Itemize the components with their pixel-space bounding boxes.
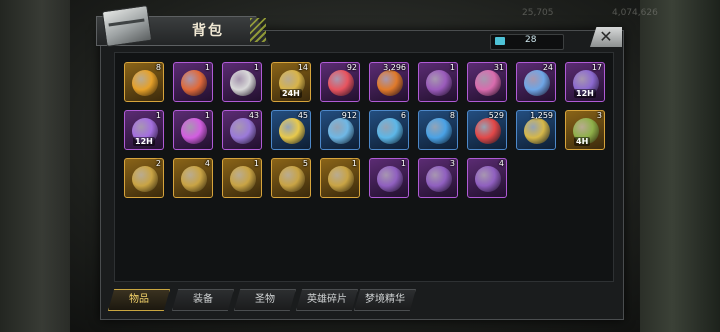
weapon-crate-icon bbox=[230, 166, 256, 192]
weapon-crate-icon bbox=[328, 166, 354, 192]
tab-relics[interactable]: 圣物 bbox=[234, 289, 296, 311]
item-count: 8 bbox=[155, 63, 161, 72]
item-count: 1 bbox=[351, 159, 357, 168]
inventory-slot[interactable]: 3 bbox=[418, 158, 458, 198]
inventory-slot[interactable]: 8 bbox=[418, 110, 458, 150]
film-icon bbox=[475, 70, 501, 96]
background-right-scenery bbox=[640, 0, 720, 332]
bullet-icon bbox=[524, 118, 550, 144]
item-count: 45 bbox=[297, 111, 308, 120]
item-count: 1 bbox=[253, 159, 259, 168]
capacity-value: 28 bbox=[525, 35, 537, 45]
item-count: 8 bbox=[449, 111, 455, 120]
inventory-slot[interactable]: 529 bbox=[467, 110, 507, 150]
item-count: 1 bbox=[253, 63, 259, 72]
inventory-slot[interactable]: 1 bbox=[369, 158, 409, 198]
item-duration-badge: 4H bbox=[574, 137, 591, 146]
item-count: 1 bbox=[204, 63, 210, 72]
weapon-crate-icon bbox=[181, 166, 207, 192]
gem-icon bbox=[181, 118, 207, 144]
inventory-slot[interactable]: 1 bbox=[173, 110, 213, 150]
inventory-slot[interactable]: 8 bbox=[124, 62, 164, 102]
item-count: 3 bbox=[449, 159, 455, 168]
item-count: 43 bbox=[248, 111, 259, 120]
page-title: 背包 bbox=[192, 23, 224, 39]
inventory-slot[interactable]: 1 bbox=[222, 158, 262, 198]
inventory-slot[interactable]: 5 bbox=[271, 158, 311, 198]
inventory-slot[interactable]: 1 bbox=[222, 62, 262, 102]
inventory-slot[interactable]: 6 bbox=[369, 110, 409, 150]
inventory-slot[interactable]: 4 bbox=[173, 158, 213, 198]
item-count: 17 bbox=[591, 63, 602, 72]
item-count: 1 bbox=[155, 111, 161, 120]
inventory-slot[interactable]: 3,296 bbox=[369, 62, 409, 102]
item-count: 1 bbox=[400, 159, 406, 168]
title-stripe-decoration bbox=[250, 18, 266, 42]
capacity-display: 28 bbox=[490, 34, 564, 50]
badge-icon bbox=[230, 118, 256, 144]
item-count: 5 bbox=[302, 159, 308, 168]
coin-icon bbox=[426, 118, 452, 144]
item-count: 6 bbox=[400, 111, 406, 120]
item-count: 1 bbox=[449, 63, 455, 72]
inventory-slot[interactable]: 14 24H bbox=[271, 62, 311, 102]
medal-icon bbox=[230, 70, 256, 96]
inventory-slot[interactable]: 1 bbox=[418, 62, 458, 102]
background-resource-2: 4,074,626 bbox=[612, 8, 658, 18]
box-icon bbox=[426, 70, 452, 96]
item-count: 1 bbox=[204, 111, 210, 120]
inventory-slot[interactable]: 1 bbox=[320, 158, 360, 198]
item-count: 14 bbox=[297, 63, 308, 72]
item-duration-badge: 12H bbox=[574, 89, 596, 98]
tab-dream-essence[interactable]: 梦境精华 bbox=[354, 289, 416, 311]
bottlecap-icon bbox=[328, 70, 354, 96]
inventory-slot[interactable]: 17 12H bbox=[565, 62, 605, 102]
item-count: 1,259 bbox=[530, 111, 553, 120]
weapon-crate-icon bbox=[279, 166, 305, 192]
disc-icon bbox=[524, 70, 550, 96]
tab-equipment[interactable]: 装备 bbox=[172, 289, 234, 311]
inventory-slot[interactable]: 1 12H bbox=[124, 110, 164, 150]
item-count: 529 bbox=[488, 111, 504, 120]
tab-items[interactable]: 物品 bbox=[108, 289, 170, 311]
background-resource-1: 25,705 bbox=[522, 8, 554, 18]
pumpkin-icon bbox=[377, 70, 403, 96]
item-duration-badge: 12H bbox=[133, 137, 155, 146]
orb-icon bbox=[181, 70, 207, 96]
inventory-slot[interactable]: 31 bbox=[467, 62, 507, 102]
chest-icon bbox=[101, 4, 153, 48]
inventory-slot[interactable]: 4 bbox=[467, 158, 507, 198]
weapon-crate-icon bbox=[132, 166, 158, 192]
item-duration-badge: 24H bbox=[280, 89, 302, 98]
item-count: 31 bbox=[493, 63, 504, 72]
weapon-crate-icon bbox=[426, 166, 452, 192]
weapon-crate-icon bbox=[475, 166, 501, 192]
inventory-slot[interactable]: 92 bbox=[320, 62, 360, 102]
ticket-icon bbox=[328, 118, 354, 144]
inventory-slot[interactable]: 45 bbox=[271, 110, 311, 150]
item-count: 912 bbox=[341, 111, 357, 120]
item-count: 92 bbox=[346, 63, 357, 72]
inventory-slot[interactable]: 1 bbox=[173, 62, 213, 102]
weapon-crate-icon bbox=[377, 166, 403, 192]
inventory-slot[interactable]: 3 4H bbox=[565, 110, 605, 150]
item-count: 3,296 bbox=[383, 63, 406, 72]
coin-icon bbox=[377, 118, 403, 144]
inventory-slot[interactable]: 1,259 bbox=[516, 110, 556, 150]
item-count: 24 bbox=[542, 63, 553, 72]
background-left-scenery bbox=[0, 0, 70, 332]
inventory-slot[interactable]: 24 bbox=[516, 62, 556, 102]
inventory-slot[interactable]: 912 bbox=[320, 110, 360, 150]
inventory-slot[interactable]: 2 bbox=[124, 158, 164, 198]
inventory-slot[interactable]: 43 bbox=[222, 110, 262, 150]
star-icon bbox=[279, 118, 305, 144]
item-count: 2 bbox=[155, 159, 161, 168]
pumpkin-icon bbox=[132, 70, 158, 96]
item-count: 4 bbox=[498, 159, 504, 168]
tab-hero-fragments[interactable]: 英雄碎片 bbox=[296, 289, 358, 311]
backpack-capacity-icon bbox=[495, 37, 505, 45]
item-count: 3 bbox=[596, 111, 602, 120]
item-count: 4 bbox=[204, 159, 210, 168]
chip-icon bbox=[475, 118, 501, 144]
